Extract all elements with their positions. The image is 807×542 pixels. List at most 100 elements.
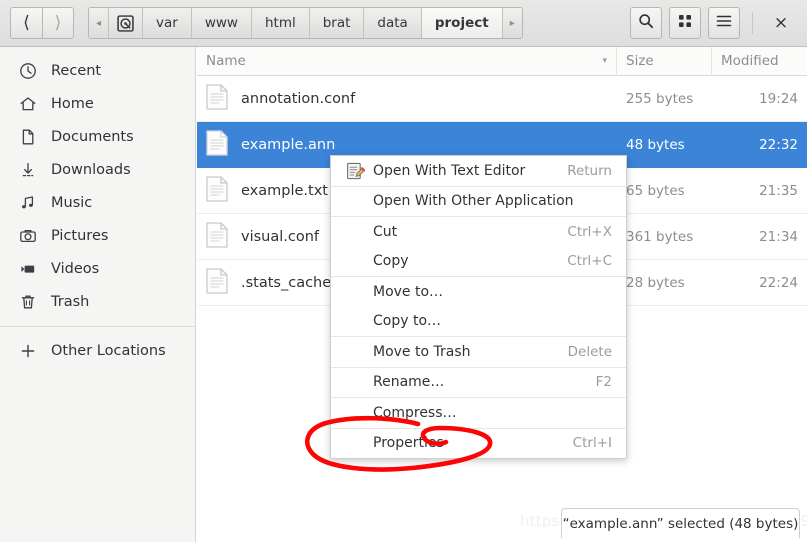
menu-item-cut[interactable]: Cut Ctrl+X bbox=[331, 217, 626, 247]
grid-icon bbox=[678, 14, 692, 32]
close-window-button[interactable]: × bbox=[765, 7, 797, 39]
menu-item-accelerator: Ctrl+C bbox=[567, 253, 612, 270]
file-size-cell: 48 bytes bbox=[626, 136, 685, 153]
menu-item-label: Copy bbox=[373, 253, 409, 270]
breadcrumb-item-data[interactable]: data bbox=[364, 8, 422, 38]
sidebar-item-documents[interactable]: Documents bbox=[0, 120, 195, 153]
status-text: “example.ann” selected (48 bytes) bbox=[562, 515, 799, 532]
sidebar-divider bbox=[0, 326, 195, 327]
file-manager-window: ⟨ ⟩ ◂ var www html brat data project ▸ ×… bbox=[0, 0, 807, 542]
menu-item-copy[interactable]: Copy Ctrl+C bbox=[331, 247, 626, 277]
header-tools: × bbox=[630, 7, 797, 39]
menu-item-open-with-other-application[interactable]: Open With Other Application bbox=[331, 187, 626, 217]
menu-item-move-to[interactable]: Move to… bbox=[331, 277, 626, 307]
file-icon bbox=[206, 83, 241, 114]
home-icon bbox=[18, 94, 38, 114]
search-icon bbox=[638, 13, 654, 33]
main-menu-button[interactable] bbox=[708, 7, 740, 39]
breadcrumb-scroll-left[interactable]: ◂ bbox=[89, 8, 110, 38]
menu-item-label: Rename… bbox=[373, 374, 445, 391]
table-row[interactable]: annotation.conf 255 bytes 19:24 bbox=[197, 76, 807, 122]
column-header-name-label: Name bbox=[206, 53, 246, 69]
sidebar-item-home[interactable]: Home bbox=[0, 87, 195, 120]
menu-item-open-with-text-editor[interactable]: Open With Text Editor Return bbox=[331, 156, 626, 186]
menu-item-move-to-trash[interactable]: Move to Trash Delete bbox=[331, 337, 626, 367]
toolbar-divider bbox=[752, 12, 753, 34]
breadcrumb-scroll-right[interactable]: ▸ bbox=[502, 8, 522, 38]
sidebar-item-label: Recent bbox=[51, 62, 102, 79]
view-grid-button[interactable] bbox=[669, 7, 701, 39]
plus-icon bbox=[18, 341, 38, 361]
menu-item-accelerator: Ctrl+X bbox=[567, 223, 612, 240]
menu-item-compress[interactable]: Compress… bbox=[331, 398, 626, 428]
file-icon bbox=[206, 267, 241, 298]
file-modified-cell: 21:34 bbox=[759, 228, 798, 245]
menu-item-label: Move to… bbox=[373, 283, 444, 300]
clock-icon bbox=[18, 61, 38, 81]
breadcrumb-item-html[interactable]: html bbox=[251, 8, 310, 38]
menu-item-copy-to[interactable]: Copy to… bbox=[331, 307, 626, 337]
sidebar-item-label: Downloads bbox=[51, 161, 131, 178]
menu-item-accelerator: F2 bbox=[595, 374, 612, 391]
music-note-icon bbox=[18, 193, 38, 213]
column-header-name[interactable]: Name ▾ bbox=[197, 46, 617, 76]
menu-item-accelerator: Delete bbox=[567, 343, 612, 360]
file-icon bbox=[206, 221, 241, 252]
sidebar-item-label: Other Locations bbox=[51, 342, 166, 359]
breadcrumb-item-www[interactable]: www bbox=[191, 8, 252, 38]
menu-item-label: Move to Trash bbox=[373, 343, 471, 360]
breadcrumb-item-project[interactable]: project bbox=[421, 8, 503, 38]
breadcrumb-item-filesystem[interactable] bbox=[109, 8, 144, 38]
search-button[interactable] bbox=[630, 7, 662, 39]
file-name-cell: annotation.conf bbox=[197, 83, 617, 114]
menu-item-label: Open With Other Application bbox=[373, 193, 574, 210]
menu-item-label: Properties bbox=[373, 435, 444, 452]
menu-item-accelerator: Return bbox=[567, 162, 612, 179]
sidebar-item-label: Home bbox=[51, 95, 94, 112]
header-bar: ⟨ ⟩ ◂ var www html brat data project ▸ × bbox=[0, 0, 807, 47]
sidebar-item-label: Documents bbox=[51, 128, 134, 145]
file-name-label: annotation.conf bbox=[241, 90, 356, 107]
column-header-size[interactable]: Size bbox=[617, 46, 712, 76]
document-icon bbox=[18, 127, 38, 147]
file-modified-cell: 22:24 bbox=[759, 274, 798, 291]
text-editor-icon bbox=[346, 162, 366, 180]
menu-item-label: Cut bbox=[373, 223, 398, 240]
column-header-modified[interactable]: Modified bbox=[712, 47, 807, 76]
file-name-label: example.ann bbox=[241, 136, 336, 153]
breadcrumb-item-var[interactable]: var bbox=[143, 8, 192, 38]
navigation-button-group: ⟨ ⟩ bbox=[10, 7, 74, 39]
file-name-label: .stats_cache bbox=[241, 274, 332, 291]
chevron-left-icon: ⟨ bbox=[23, 12, 30, 33]
menu-item-properties[interactable]: Properties Ctrl+I bbox=[331, 429, 626, 459]
file-size-cell: 65 bytes bbox=[626, 182, 685, 199]
sidebar-item-other-locations[interactable]: Other Locations bbox=[0, 334, 195, 367]
file-size-cell: 361 bytes bbox=[626, 228, 694, 245]
sidebar-item-pictures[interactable]: Pictures bbox=[0, 219, 195, 252]
chevron-down-icon: ▾ bbox=[602, 56, 607, 66]
status-bar: “example.ann” selected (48 bytes) bbox=[561, 508, 800, 538]
file-list-header: Name ▾ Size Modified bbox=[197, 46, 807, 76]
file-size-cell: 28 bytes bbox=[626, 274, 685, 291]
back-button[interactable]: ⟨ bbox=[10, 7, 42, 39]
sidebar-item-downloads[interactable]: Downloads bbox=[0, 153, 195, 186]
sidebar-item-recent[interactable]: Recent bbox=[0, 54, 195, 87]
sidebar-item-music[interactable]: Music bbox=[0, 186, 195, 219]
sidebar: Recent Home Documents Downloads Music Pi… bbox=[0, 47, 196, 542]
sidebar-item-label: Trash bbox=[51, 293, 90, 310]
file-name-label: visual.conf bbox=[241, 228, 320, 245]
forward-button[interactable]: ⟩ bbox=[42, 7, 74, 39]
camera-icon bbox=[18, 226, 38, 246]
download-icon bbox=[18, 160, 38, 180]
file-modified-cell: 22:32 bbox=[759, 136, 798, 153]
hamburger-icon bbox=[716, 14, 732, 32]
sidebar-item-videos[interactable]: Videos bbox=[0, 252, 195, 285]
menu-item-rename[interactable]: Rename… F2 bbox=[331, 368, 626, 398]
sidebar-item-trash[interactable]: Trash bbox=[0, 285, 195, 318]
menu-item-label: Open With Text Editor bbox=[373, 162, 526, 179]
breadcrumb-item-brat[interactable]: brat bbox=[309, 8, 365, 38]
file-icon bbox=[206, 175, 241, 206]
file-modified-cell: 21:35 bbox=[759, 182, 798, 199]
menu-item-accelerator: Ctrl+I bbox=[572, 435, 612, 452]
file-icon bbox=[206, 129, 241, 160]
